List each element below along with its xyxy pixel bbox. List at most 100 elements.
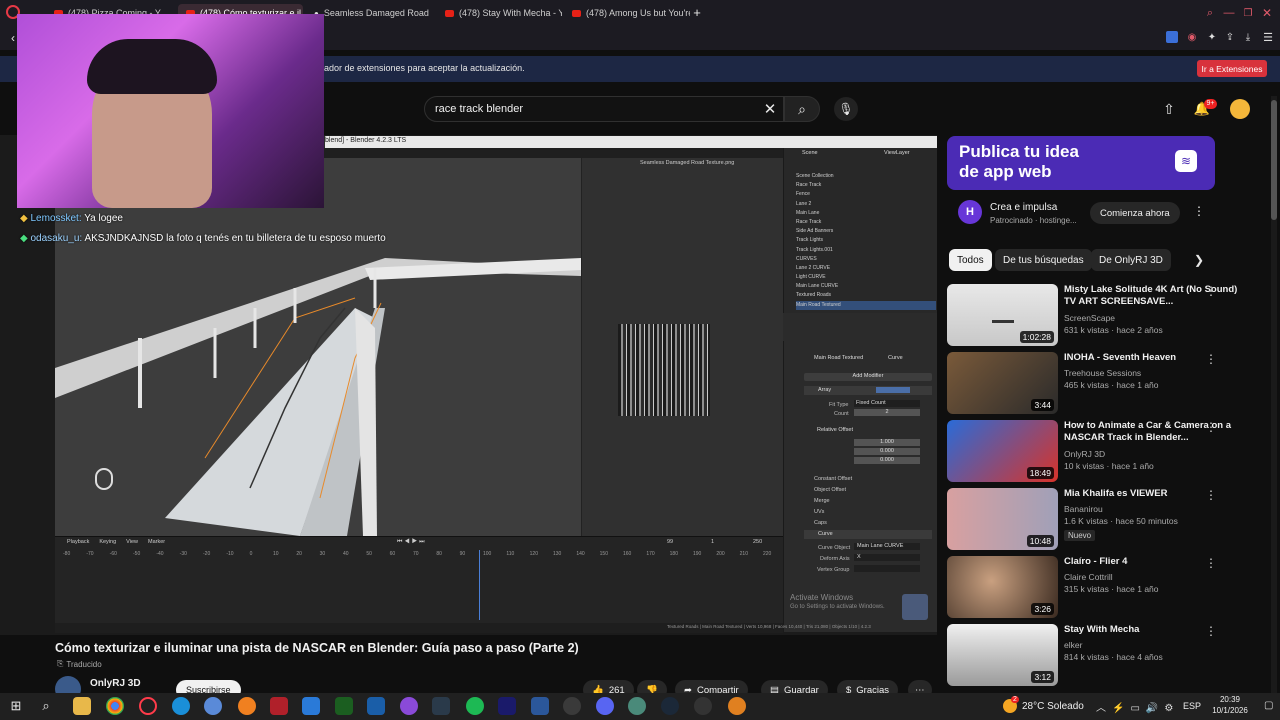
puzzle-icon[interactable]: ✦ [1206,31,1218,43]
word-icon[interactable] [531,697,549,715]
chrome-icon[interactable] [106,697,124,715]
app-icon[interactable] [432,697,450,715]
recommendation-card[interactable]: 1:02:28 Misty Lake Solitude 4K Art (No S… [947,284,1262,348]
timeline-menu-item[interactable]: Keying [99,539,116,545]
outliner-item[interactable]: Main Road Textured [796,300,936,310]
minimize-icon[interactable]: — [1222,6,1236,20]
app-icon[interactable] [628,697,646,715]
add-modifier-button[interactable]: Add Modifier [804,373,932,381]
modifier-section[interactable]: Constant Offset [814,474,924,485]
chip-todos[interactable]: Todos [949,249,992,271]
app-icon[interactable] [270,697,288,715]
upload-icon[interactable]: ⇧ [1160,100,1178,118]
page-scrollbar[interactable] [1271,96,1277,693]
new-tab-button[interactable]: + [690,5,704,20]
video-thumbnail[interactable]: 1:02:28 [947,284,1058,346]
curve-object-field[interactable]: Main Lane CURVE [854,543,920,550]
outliner-item[interactable]: Side Ad Banners [796,227,936,236]
outliner-item[interactable]: Fence [796,190,936,199]
tab-seamless-road[interactable]: ● Seamless Damaged Road [306,4,434,22]
settings-gear-icon[interactable] [563,697,581,715]
after-effects-icon[interactable] [498,697,516,715]
input-language[interactable]: ESP [1183,701,1201,711]
outliner-item[interactable]: Main Lane [796,209,936,218]
discord-icon[interactable] [596,697,614,715]
spotify-icon[interactable] [466,697,484,715]
tab-among-us[interactable]: (478) Among Us but You're [564,4,690,22]
blender-icon[interactable] [728,697,746,715]
modifier-toggle-icons[interactable] [876,387,910,393]
extension-icon[interactable]: ◉ [1186,31,1198,43]
obs-icon[interactable] [694,697,712,715]
factor-z-field[interactable]: 0.000 [854,457,920,464]
properties-panel[interactable]: Main Road Textured Curve Add Modifier Ar… [783,341,937,632]
video-thumbnail[interactable]: 10:48 [947,488,1058,550]
outliner-item[interactable]: Lane 2 [796,200,936,209]
tab-stay-with-mecha[interactable]: (478) Stay With Mecha - Y [437,4,562,22]
ad-more-icon[interactable]: ⋮ [1193,204,1205,218]
channel-name[interactable]: Bananirou [1064,504,1103,514]
search-input[interactable]: race track blender [424,96,784,122]
menu-icon[interactable]: ☰ [1262,31,1274,44]
count-field[interactable]: 2 [854,409,920,416]
chip-de-onlyrj[interactable]: De OnlyRJ 3D [1091,249,1171,271]
pycharm-icon[interactable] [335,697,353,715]
download-icon[interactable]: ⤓ [1242,31,1254,43]
file-explorer-icon[interactable] [73,697,91,715]
timeline[interactable]: Playback Keying View Marker 99 1 250 ⏮◀▶⏭ -… [55,536,871,633]
end-frame-field[interactable]: 250 [753,539,762,545]
extension-icon[interactable] [1166,31,1178,43]
channel-name[interactable]: ScreenScape [1064,313,1115,323]
weather-text[interactable]: 28°C Soleado [1022,701,1084,712]
edge-icon[interactable] [172,697,190,715]
search-icon[interactable]: ⌕ [38,698,54,714]
video-thumbnail[interactable]: 3:12 [947,624,1058,686]
app-icon[interactable] [400,697,418,715]
recommendation-card[interactable]: 18:49 How to Animate a Car & Camera on a… [947,420,1262,484]
factor-y-field[interactable]: 0.000 [854,448,920,455]
opera-icon[interactable] [139,697,157,715]
modifier-section[interactable]: Merge [814,496,924,507]
recommendation-card[interactable]: 3:44 INOHA - Seventh Heaven Treehouse Se… [947,352,1262,416]
outliner-item[interactable]: Light CURVE [796,273,936,282]
notification-center-icon[interactable]: ▢ [1264,700,1273,711]
voice-search-button[interactable]: 🎙 [834,97,858,121]
factor-x-field[interactable]: 1.000 [854,439,920,446]
windows-start-icon[interactable]: ⊞ [8,698,24,714]
clear-search-icon[interactable]: ✕ [762,101,778,118]
outliner-item[interactable]: Lane 2 CURVE [796,264,936,273]
channel-name[interactable]: OnlyRJ 3D [1064,449,1105,459]
vertex-group-field[interactable] [854,565,920,572]
timeline-menu-item[interactable]: View [126,539,138,545]
outliner-item[interactable]: CURVES [796,255,936,264]
steam-icon[interactable] [661,697,679,715]
visual-studio-icon[interactable] [367,697,385,715]
more-options-icon[interactable]: ⋮ [1205,352,1217,366]
channel-name[interactable]: Treehouse Sessions [1064,368,1141,378]
playback-controls[interactable]: ⏮◀▶⏭ [397,539,427,546]
go-to-extensions-button[interactable]: Ir a Extensiones [1197,60,1267,77]
view-layer-selector[interactable]: ViewLayer [884,150,910,156]
relative-offset-toggle[interactable]: Relative Offset [817,427,853,433]
more-options-icon[interactable]: ⋮ [1205,488,1217,502]
modifier-section[interactable]: Object Offset [814,485,924,496]
modifier-section[interactable]: Caps [814,518,924,529]
timeline-menu-item[interactable]: Playback [67,539,89,545]
timeline-menu-item[interactable]: Marker [148,539,165,545]
deform-axis-select[interactable]: X [854,554,920,561]
outliner-item[interactable]: Track Lights.001 [796,246,936,255]
recommendation-card[interactable]: 10:48 Mia Khalifa es VIEWER Bananirou 1.… [947,488,1262,552]
curve-modifier-header[interactable]: Curve [804,530,932,539]
channel-name[interactable]: elker [1064,640,1082,650]
close-window-icon[interactable]: ✕ [1260,6,1274,20]
3d-viewport[interactable] [55,158,581,536]
scene-selector[interactable]: Scene [802,150,818,156]
avatar[interactable] [1230,99,1250,119]
app-icon[interactable] [204,697,222,715]
clock[interactable]: 20:39 10/1/2026 [1205,694,1255,716]
current-frame-field[interactable]: 99 [667,539,673,545]
outliner-item[interactable]: Main Lane CURVE [796,282,936,291]
chip-de-tus-busquedas[interactable]: De tus búsquedas [995,249,1092,271]
blender-icon[interactable] [238,697,256,715]
outliner-item[interactable]: Race Track [796,181,936,190]
